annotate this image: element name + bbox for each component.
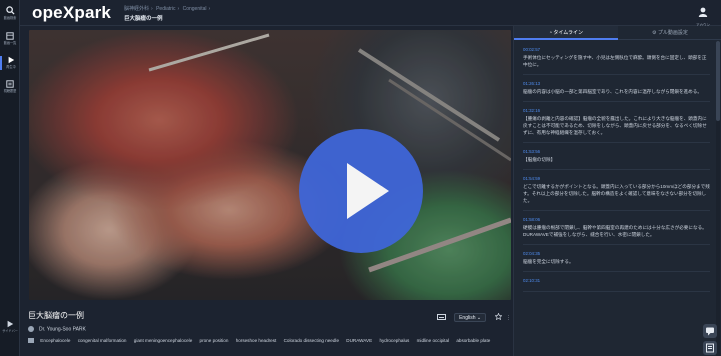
timeline-entry[interactable]: 01:53:56 【脳瘤の切除】 bbox=[523, 149, 710, 170]
tag[interactable]: horseshoe headrest bbox=[236, 336, 277, 345]
timeline-text: 脳瘤を完全に切除する。 bbox=[523, 259, 574, 264]
tag[interactable]: congenital malformation bbox=[78, 336, 127, 345]
tag[interactable]: Encephalocele bbox=[40, 336, 70, 345]
author[interactable]: Dr. Young-Soo PARK bbox=[28, 326, 86, 332]
breadcrumb-item[interactable]: Pediatric bbox=[156, 6, 175, 12]
app-window: 動画検索 動画一覧 再生中 視聴履歴 サイドバー opeXpark 脳神経外科 ›… bbox=[0, 0, 721, 356]
rail-item-history[interactable]: 視聴履歴 bbox=[0, 80, 20, 94]
timeline-text: 脳瘤の内容は小脳の一部と第四脳室であり、これを内容に温存しながら閉鎖を進める。 bbox=[523, 89, 702, 94]
breadcrumb-item[interactable]: Congenital bbox=[183, 6, 207, 12]
timeline-list[interactable]: 00:02:57 手術体位にセッティングを施す中、小児は左側臥位で麻酔。頭側を台… bbox=[514, 41, 714, 356]
timeline-entry[interactable]: 02:10:31 bbox=[523, 278, 710, 292]
list-icon bbox=[6, 80, 14, 88]
person-icon bbox=[28, 326, 34, 332]
tag[interactable]: hydrocephalus bbox=[379, 336, 409, 345]
breadcrumb-separator: › bbox=[151, 6, 153, 12]
timeline-entry[interactable]: 00:02:57 手術体位にセッティングを施す中、小児は左側臥位で麻酔。頭側を台… bbox=[523, 47, 710, 75]
tab-label: タイムライン bbox=[553, 30, 584, 36]
video-info: 巨大脳瘤の一例 Dr. Young-Soo PARK Encephalocele… bbox=[20, 302, 513, 356]
timeline-text: 硬膜は腫瘤の根部で閉鎖し、脳幹や第四脳室の再建のためには十分な広さが必要になる。… bbox=[523, 225, 707, 237]
rail-item-search[interactable]: 動画検索 bbox=[0, 6, 20, 21]
tag[interactable]: DURAWAVE bbox=[346, 336, 372, 345]
rail-label: 再生中 bbox=[6, 65, 16, 69]
chevron-down-icon: ⌄ bbox=[476, 315, 482, 322]
play-icon bbox=[8, 56, 15, 64]
breadcrumb-separator: › bbox=[208, 6, 211, 12]
language-value: English bbox=[459, 315, 476, 322]
breadcrumb-item[interactable]: 脳神経外科 bbox=[124, 6, 149, 12]
play-icon bbox=[347, 163, 389, 219]
tag-list: Encephalocele congenital malformation gi… bbox=[28, 336, 518, 345]
author-name: Dr. Young-Soo PARK bbox=[39, 326, 86, 333]
tab-timeline[interactable]: ◔ タイムライン bbox=[514, 26, 618, 40]
timestamp[interactable]: 02:04:35 bbox=[523, 251, 710, 256]
timestamp[interactable]: 01:58:06 bbox=[523, 217, 710, 222]
language-select[interactable]: English ⌄ bbox=[454, 313, 487, 323]
tag[interactable]: Colorado dissecting needle bbox=[284, 336, 339, 345]
timeline-text: 手術体位にセッティングを施す中、小児は左側臥位で麻酔。頭側を台に固定し、頭部を正… bbox=[523, 55, 707, 67]
timeline-scrollbar[interactable] bbox=[716, 41, 720, 356]
timeline-entry[interactable]: 02:04:35 脳瘤を完全に切除する。 bbox=[523, 251, 710, 272]
favorite-icon[interactable] bbox=[493, 312, 503, 322]
timeline-entry[interactable]: 01:26:13 脳瘤の内容は小脳の一部と第四脳室であり、これを内容に温存しなが… bbox=[523, 81, 710, 102]
timeline-text: 【腫瘍の剥離と内容の確認】脳瘤の全貌を露出した。これにより大きな脳瘤を、頭蓋内に… bbox=[523, 116, 707, 135]
timestamp[interactable]: 01:54:59 bbox=[523, 176, 710, 181]
right-panel: ◔ タイムライン ⚙ プル動画設定 00:02:57 手術体位にセッティングを施… bbox=[513, 26, 721, 356]
timeline-text: どこで切離するかがポイントとなる。頭蓋内に入っている部分から10mmほどの部分ま… bbox=[523, 184, 710, 203]
timestamp[interactable]: 01:26:13 bbox=[523, 81, 710, 86]
timestamp[interactable]: 01:53:56 bbox=[523, 149, 710, 154]
app-logo[interactable]: opeXpark bbox=[32, 3, 111, 23]
tag[interactable]: giant meningoencephalocele bbox=[134, 336, 193, 345]
rail-item-library[interactable]: 動画一覧 bbox=[0, 32, 20, 46]
expand-icon bbox=[7, 320, 14, 328]
timestamp[interactable]: 00:02:57 bbox=[523, 47, 710, 52]
timeline-entry[interactable]: 01:58:06 硬膜は腫瘤の根部で閉鎖し、脳幹や第四脳室の再建のためには十分な… bbox=[523, 217, 710, 245]
chat-icon bbox=[706, 327, 714, 336]
rail-label: 動画検索 bbox=[3, 16, 17, 20]
panel-tabs: ◔ タイムライン ⚙ プル動画設定 bbox=[514, 26, 721, 40]
video-controls: English ⌄ ⋮ bbox=[436, 309, 511, 323]
tag[interactable]: midline occipital bbox=[417, 336, 449, 345]
tab-settings[interactable]: ⚙ プル動画設定 bbox=[618, 26, 721, 40]
subtitle-icon[interactable] bbox=[436, 313, 446, 322]
top-header: opeXpark 脳神経外科 › Pediatric › Congenital › 巨… bbox=[20, 0, 721, 32]
rail-label: 動画一覧 bbox=[3, 41, 17, 45]
scrollbar-thumb[interactable] bbox=[716, 41, 720, 121]
breadcrumb: 脳神経外科 › Pediatric › Congenital › bbox=[124, 5, 212, 12]
rail-label: サイドバー bbox=[2, 329, 18, 333]
play-button[interactable] bbox=[299, 129, 423, 253]
tag[interactable]: prone position bbox=[200, 336, 229, 345]
notes-button[interactable] bbox=[703, 341, 717, 355]
timeline-entry[interactable]: 01:54:59 どこで切離するかがポイントとなる。頭蓋内に入っている部分から1… bbox=[523, 176, 710, 211]
video-library-icon bbox=[6, 32, 14, 40]
rail-item-expand[interactable]: サイドバー bbox=[0, 320, 20, 334]
surgical-scene-image bbox=[29, 30, 511, 300]
edit-icon bbox=[706, 343, 714, 353]
page-title: 巨大脳瘤の一例 bbox=[124, 16, 163, 22]
rail-label: 視聴履歴 bbox=[3, 89, 17, 93]
search-icon bbox=[5, 6, 15, 15]
video-title: 巨大脳瘤の一例 bbox=[28, 311, 84, 320]
tag-icon bbox=[28, 338, 34, 344]
left-rail: 動画検索 動画一覧 再生中 視聴履歴 サイドバー bbox=[0, 0, 20, 356]
breadcrumb-separator: › bbox=[177, 6, 180, 12]
timestamp[interactable]: 01:32:16 bbox=[523, 108, 710, 113]
timeline-entry[interactable]: 01:32:16 【腫瘍の剥離と内容の確認】脳瘤の全貌を露出した。これにより大き… bbox=[523, 108, 710, 143]
timestamp[interactable]: 02:10:31 bbox=[523, 278, 710, 283]
tab-label: プル動画設定 bbox=[657, 30, 688, 36]
video-player[interactable] bbox=[29, 30, 511, 300]
more-icon[interactable]: ⋮ bbox=[506, 315, 511, 321]
tag[interactable]: absorbable plate bbox=[456, 336, 490, 345]
timeline-text: 【脳瘤の切除】 bbox=[523, 157, 556, 162]
chat-button[interactable] bbox=[703, 324, 717, 338]
rail-item-playing[interactable]: 再生中 bbox=[0, 56, 20, 70]
user-icon bbox=[698, 7, 708, 17]
